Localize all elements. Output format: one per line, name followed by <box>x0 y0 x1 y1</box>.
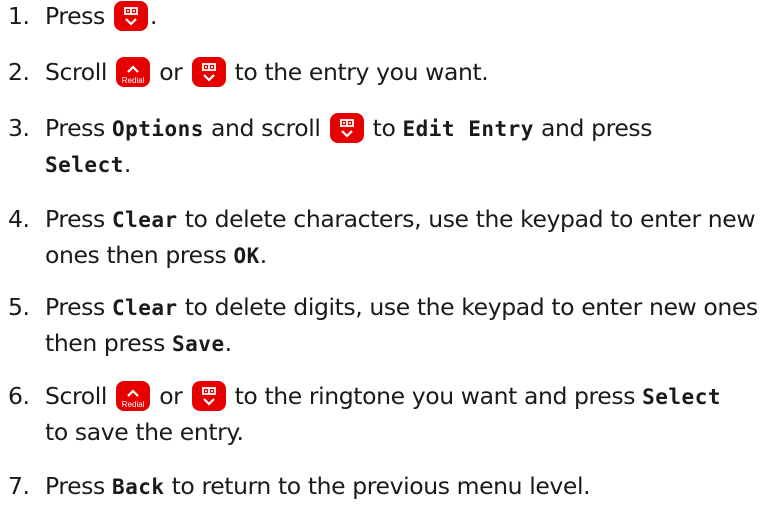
step-7: 7. Press Back to return to the previous m… <box>8 469 778 505</box>
step-4: 4. Press Clear to delete characters, use … <box>8 202 778 274</box>
step-6: 6. Scroll Redial or to the ringtone you w… <box>8 379 778 450</box>
display-label-back: Back <box>111 475 165 499</box>
step-2: 2. Scroll Redial or to the entry you want… <box>8 55 778 90</box>
display-label-clear: Clear <box>111 296 178 320</box>
step-number: 3. <box>8 114 30 142</box>
step-number: 6. <box>8 382 30 410</box>
phonebook-down-icon <box>329 113 364 143</box>
redial-up-icon: Redial <box>116 57 151 87</box>
phonebook-down-icon <box>113 1 148 31</box>
display-label-options: Options <box>111 117 204 141</box>
step-number: 2. <box>8 58 30 86</box>
redial-up-icon: Redial <box>116 381 151 411</box>
step-1: 1. Press . <box>8 0 778 34</box>
display-label-save: Save <box>172 332 225 356</box>
display-label-ok: OK <box>233 244 260 268</box>
phonebook-down-icon <box>191 57 226 87</box>
step-number: 1. <box>8 2 30 30</box>
step-number: 5. <box>8 293 30 321</box>
step-5: 5. Press Clear to delete digits, use the … <box>8 290 778 362</box>
phonebook-down-icon <box>191 381 226 411</box>
display-label-select: Select <box>642 385 721 409</box>
display-label-clear: Clear <box>111 208 178 232</box>
display-label-edit-entry: Edit Entry <box>402 117 534 141</box>
step-3: 3. Press Options and scroll to Edit Entry… <box>8 111 778 183</box>
display-label-select: Select <box>45 153 124 177</box>
step-number: 4. <box>8 205 30 233</box>
step-number: 7. <box>8 472 30 500</box>
